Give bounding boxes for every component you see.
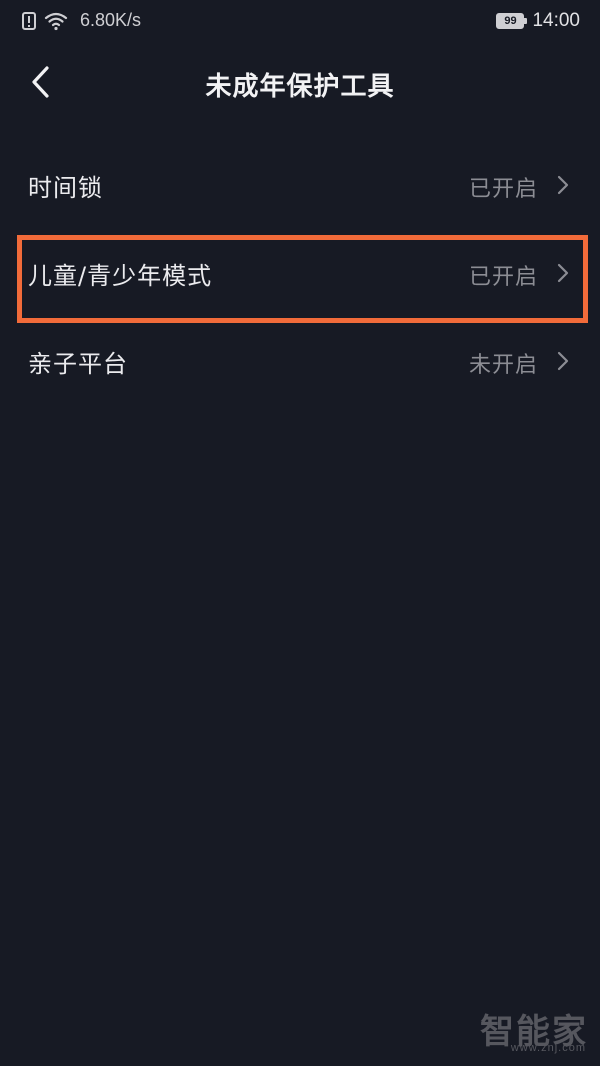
list-item-kids-teen-mode[interactable]: 儿童/青少年模式 已开启 bbox=[0, 228, 600, 316]
status-bar: 6.80K/s 99 14:00 bbox=[0, 0, 600, 44]
settings-list: 时间锁 已开启 儿童/青少年模式 已开启 亲子平台 未开启 bbox=[0, 140, 600, 404]
list-item-status: 未开启 bbox=[468, 353, 538, 378]
chevron-right-icon bbox=[557, 351, 569, 371]
wifi-icon bbox=[44, 12, 68, 30]
list-item-label: 儿童/青少年模式 bbox=[28, 262, 213, 290]
list-item-status: 已开启 bbox=[468, 177, 538, 202]
status-bar-right: 99 14:00 bbox=[496, 10, 580, 32]
chevron-right-icon bbox=[557, 175, 569, 195]
list-item-time-lock[interactable]: 时间锁 已开启 bbox=[0, 140, 600, 228]
chevron-right-icon bbox=[557, 263, 569, 283]
list-item-status: 已开启 bbox=[468, 265, 538, 290]
network-speed: 6.80K/s bbox=[80, 10, 142, 30]
sim-alert-icon bbox=[22, 11, 36, 30]
list-item-label: 亲子平台 bbox=[28, 350, 128, 378]
list-item-parent-platform[interactable]: 亲子平台 未开启 bbox=[0, 316, 600, 404]
status-bar-left: 6.80K/s bbox=[22, 10, 141, 31]
header: 未成年保护工具 bbox=[0, 44, 600, 124]
page-title: 未成年保护工具 bbox=[205, 72, 395, 102]
watermark: 智能家 www.znj.com bbox=[480, 1004, 588, 1054]
list-item-label: 时间锁 bbox=[28, 174, 103, 202]
watermark-url: www.znj.com bbox=[510, 1042, 586, 1054]
clock: 14:00 bbox=[532, 10, 580, 31]
battery-icon: 99 bbox=[496, 13, 528, 29]
